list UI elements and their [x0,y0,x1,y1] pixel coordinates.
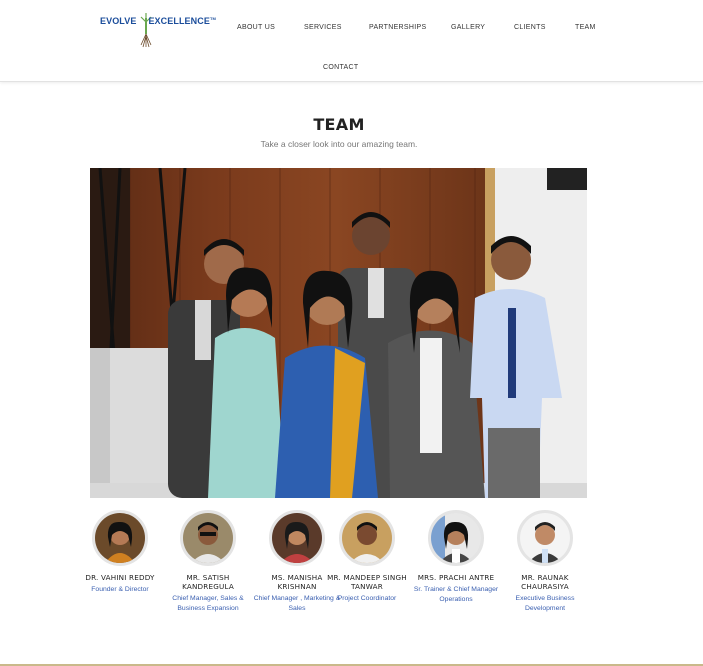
member-name: MR. MANDEEP SINGH TANWAR [327,573,407,591]
nav-partnerships[interactable]: PARTNERSHIPS [369,24,426,31]
page-subtitle: Take a closer look into our amazing team… [260,139,418,149]
nav-contact[interactable]: CONTACT [323,64,358,71]
nav-services[interactable]: SERVICES [304,24,342,31]
member-photo [431,513,481,563]
member-role: Chief Manager, Sales & Business Expansio… [172,595,244,612]
member-photo [95,513,145,563]
avatar[interactable] [517,510,573,566]
member-role: Founder & Director [91,586,149,593]
logo-word-1: EVOLVE [100,16,137,26]
avatar[interactable] [92,510,148,566]
member-name: DR. VAHINI REDDY [85,573,155,582]
avatar[interactable] [339,510,395,566]
member-photo [342,513,392,563]
avatar[interactable] [269,510,325,566]
nav-about-us[interactable]: ABOUT US [237,24,275,31]
site-header: EVOLVE EXCELLENCETM ABOUT US SERVICES PAR… [0,0,703,82]
avatar[interactable] [428,510,484,566]
team-group-photo [90,168,587,498]
team-member-card: MR. RAUNAK CHAURASIYA Executive Business… [500,510,590,614]
team-member-card: DR. VAHINI REDDY Founder & Director [75,510,165,595]
team-member-card: MR. MANDEEP SINGH TANWAR Project Coordin… [322,510,412,604]
member-photo [183,513,233,563]
logo-word-2: EXCELLENCE [148,16,210,26]
team-member-card: MRS. PRACHI ANTRE Sr. Trainer & Chief Ma… [411,510,501,605]
nav-clients[interactable]: CLIENTS [514,24,546,31]
nav-gallery[interactable]: GALLERY [451,24,485,31]
member-name: MR. SATISH KANDREGULA [182,573,234,591]
team-member-card: MR. SATISH KANDREGULA Chief Manager, Sal… [163,510,253,614]
nav-team[interactable]: TEAM [575,24,596,31]
member-role: Sr. Trainer & Chief Manager Operations [413,586,499,603]
logo-trademark: TM [209,16,216,21]
member-role: Project Coordinator [337,595,397,602]
page-title: TEAM [313,115,365,134]
member-photo [272,513,322,563]
team-photo-illustration [90,168,587,498]
member-photo [520,513,570,563]
logo[interactable]: EVOLVE EXCELLENCETM [100,12,216,48]
avatar[interactable] [180,510,236,566]
member-name: MRS. PRACHI ANTRE [417,573,495,582]
member-name: MR. RAUNAK CHAURASIYA [521,573,569,591]
member-role: Executive Business Development [515,595,575,612]
